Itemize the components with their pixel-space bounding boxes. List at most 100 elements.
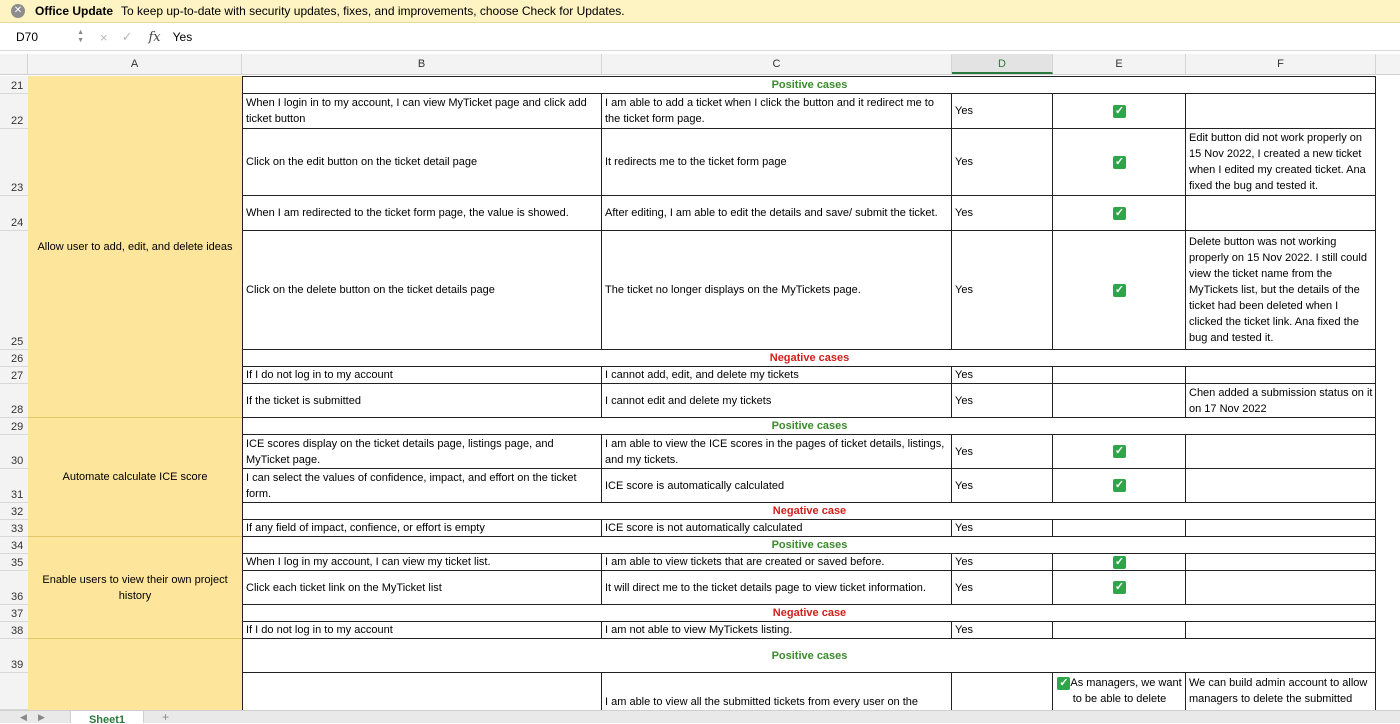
table-cell[interactable]: It will direct me to the ticket details … [602, 571, 952, 605]
column-header-b[interactable]: B [242, 54, 602, 74]
table-cell[interactable]: Yes [952, 384, 1053, 418]
row-header[interactable]: 35 [0, 554, 28, 571]
table-cell[interactable] [1053, 622, 1186, 639]
table-cell[interactable]: When I log in my account, I can view my … [242, 554, 602, 571]
table-cell[interactable]: We can build admin account to allow mana… [1186, 673, 1376, 710]
table-cell[interactable]: Delete button was not working properly o… [1186, 231, 1376, 350]
enter-icon[interactable]: ✓ [122, 29, 133, 45]
row-header[interactable]: 29 [0, 418, 28, 435]
tab-sheet1[interactable]: Sheet1 [70, 711, 144, 723]
table-cell[interactable] [1053, 384, 1186, 418]
table-cell[interactable]: Yes [952, 435, 1053, 469]
notification-message[interactable]: To keep up-to-date with security updates… [121, 4, 625, 18]
table-cell[interactable]: Click on the edit button on the ticket d… [242, 129, 602, 196]
formula-input[interactable]: Yes [173, 30, 193, 44]
table-cell[interactable]: I am not able to view MyTickets listing. [602, 622, 952, 639]
table-cell[interactable]: ✓ [1053, 554, 1186, 571]
table-cell[interactable]: If the ticket is submitted [242, 384, 602, 418]
table-cell[interactable]: When I login in to my account, I can vie… [242, 94, 602, 129]
name-box[interactable]: D70 ▲ ▼ [6, 27, 86, 47]
chevron-updown-icon[interactable]: ▲ ▼ [77, 29, 84, 45]
table-cell[interactable] [1053, 520, 1186, 537]
section-header-positive[interactable]: Positive cases [242, 537, 1376, 554]
table-cell[interactable] [1186, 469, 1376, 503]
table-cell[interactable]: Yes [952, 622, 1053, 639]
table-cell[interactable]: I cannot add, edit, and delete my ticket… [602, 367, 952, 384]
chevron-right-icon[interactable]: ▶ [38, 711, 45, 723]
table-cell[interactable]: ICE score is automatically calculated [602, 469, 952, 503]
section-header-positive[interactable]: Positive cases [242, 639, 1376, 673]
table-cell[interactable]: Yes [952, 571, 1053, 605]
feature-cell[interactable]: Allow user to add, edit, and delete idea… [28, 76, 242, 418]
row-header[interactable]: 26 [0, 350, 28, 367]
row-header[interactable]: 24 [0, 196, 28, 231]
table-cell[interactable]: ✓ As managers, we want to be able to dele… [1053, 673, 1186, 710]
table-cell[interactable]: Yes [952, 196, 1053, 231]
row-header[interactable]: 30 [0, 435, 28, 469]
table-cell[interactable]: Chen added a submission status on it on … [1186, 384, 1376, 418]
table-cell[interactable]: After editing, I am able to edit the det… [602, 196, 952, 231]
row-header[interactable]: 28 [0, 384, 28, 418]
chevron-left-icon[interactable]: ◀ [20, 711, 27, 723]
table-cell[interactable]: ✓ [1053, 129, 1186, 196]
row-header[interactable]: 21 [0, 76, 28, 94]
table-cell[interactable]: When I am redirected to the ticket form … [242, 196, 602, 231]
table-cell[interactable]: ✓ [1053, 231, 1186, 350]
row-header[interactable]: 23 [0, 129, 28, 196]
table-cell[interactable]: Edit button did not work properly on 15 … [1186, 129, 1376, 196]
table-cell[interactable] [1053, 367, 1186, 384]
section-header-positive[interactable]: Positive cases [242, 76, 1376, 94]
table-cell[interactable]: I am able to view all the submitted tick… [602, 673, 952, 710]
table-cell[interactable]: Yes [952, 469, 1053, 503]
column-header-c[interactable]: C [602, 54, 952, 74]
row-header[interactable]: 36 [0, 571, 28, 605]
section-header-positive[interactable]: Positive cases [242, 418, 1376, 435]
row-header[interactable]: 34 [0, 537, 28, 554]
table-cell[interactable] [952, 673, 1053, 710]
row-header[interactable]: 27 [0, 367, 28, 384]
vertical-scroll-area[interactable] [1376, 76, 1400, 710]
column-header-a[interactable]: A [28, 54, 242, 74]
table-cell[interactable]: It redirects me to the ticket form page [602, 129, 952, 196]
column-header-f[interactable]: F [1186, 54, 1376, 74]
row-header[interactable]: 25 [0, 231, 28, 350]
table-cell[interactable] [242, 673, 602, 710]
cancel-icon[interactable]: × [100, 30, 108, 45]
table-cell[interactable]: If any field of impact, confience, or ef… [242, 520, 602, 537]
section-header-negative[interactable]: Negative cases [242, 350, 1376, 367]
table-cell[interactable] [1186, 622, 1376, 639]
table-cell[interactable]: ✓ [1053, 94, 1186, 129]
table-cell[interactable]: Yes [952, 129, 1053, 196]
column-header-e[interactable]: E [1053, 54, 1186, 74]
row-header[interactable]: 32 [0, 503, 28, 520]
add-sheet-icon[interactable]: + [162, 711, 169, 723]
table-cell[interactable]: ICE scores display on the ticket details… [242, 435, 602, 469]
table-cell[interactable]: If I do not log in to my account [242, 367, 602, 384]
row-header[interactable]: 39 [0, 639, 28, 673]
section-header-negative[interactable]: Negative case [242, 605, 1376, 622]
row-header[interactable]: 31 [0, 469, 28, 503]
table-cell[interactable] [1186, 367, 1376, 384]
table-cell[interactable]: Yes [952, 94, 1053, 129]
table-cell[interactable]: ✓ [1053, 196, 1186, 231]
row-header[interactable]: 38 [0, 622, 28, 639]
select-all-corner[interactable] [0, 54, 28, 74]
table-cell[interactable] [1186, 571, 1376, 605]
function-icon[interactable]: fx [149, 30, 161, 45]
table-cell[interactable] [1186, 94, 1376, 129]
table-cell[interactable] [1186, 196, 1376, 231]
feature-cell[interactable] [28, 639, 242, 710]
column-header-d[interactable]: D [952, 54, 1053, 74]
table-cell[interactable] [1186, 520, 1376, 537]
dismiss-icon[interactable]: ✕ [11, 4, 25, 18]
table-cell[interactable]: I am able to view the ICE scores in the … [602, 435, 952, 469]
table-cell[interactable]: I am able to add a ticket when I click t… [602, 94, 952, 129]
table-cell[interactable]: Yes [952, 367, 1053, 384]
feature-cell[interactable]: Automate calculate ICE score [28, 418, 242, 537]
table-cell[interactable]: If I do not log in to my account [242, 622, 602, 639]
table-cell[interactable]: The ticket no longer displays on the MyT… [602, 231, 952, 350]
table-cell[interactable] [1186, 554, 1376, 571]
row-header[interactable]: 33 [0, 520, 28, 537]
table-cell[interactable]: Click on the delete button on the ticket… [242, 231, 602, 350]
table-cell[interactable]: ICE score is not automatically calculate… [602, 520, 952, 537]
